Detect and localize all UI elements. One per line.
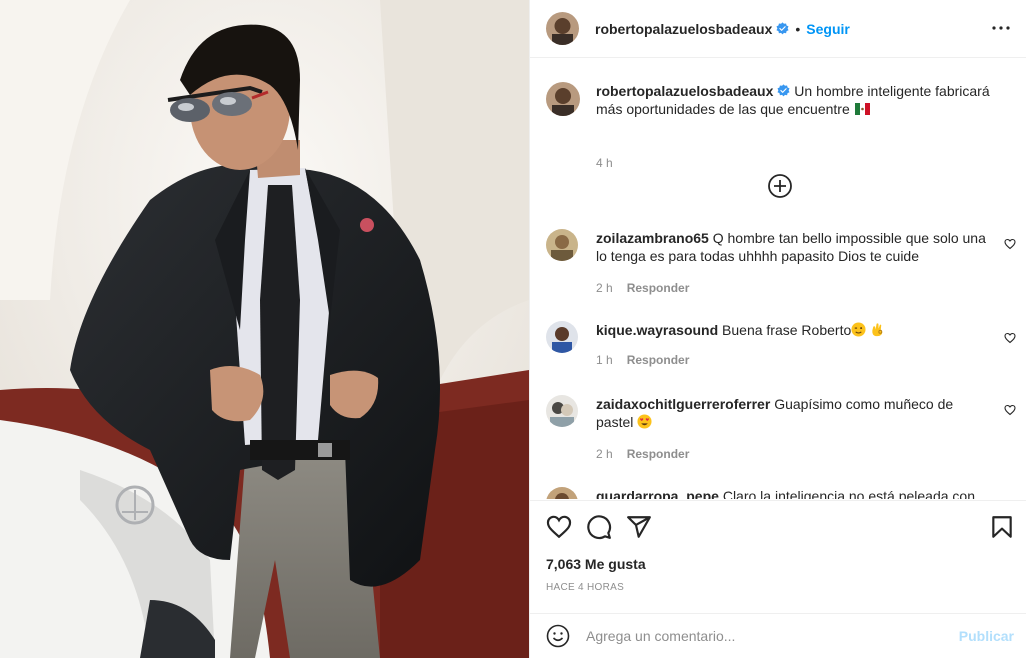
mexico-flag-icon	[854, 103, 870, 115]
comment-username[interactable]: zaidaxochitlguerreroferrer	[596, 396, 770, 412]
reply-button[interactable]: Responder	[627, 281, 690, 295]
heart-icon[interactable]	[1004, 332, 1016, 344]
comment-meta: 1 h Responder	[596, 353, 689, 367]
share-icon[interactable]	[626, 514, 652, 540]
comment-time[interactable]: 1 h	[596, 353, 613, 367]
bookmark-icon[interactable]	[989, 514, 1015, 540]
ok-hand-emoji-icon	[872, 323, 883, 337]
commenter-avatar[interactable]	[546, 321, 578, 353]
post-time-ago[interactable]: HACE 4 HORAS	[546, 582, 624, 593]
comment-text-block: zoilazambrano65 Q hombre tan bello impos…	[596, 229, 991, 265]
verified-badge-icon	[776, 22, 789, 35]
heart-icon[interactable]	[1004, 404, 1016, 416]
author-username[interactable]: robertopalazuelosbadeaux	[595, 21, 772, 37]
smiley-icon[interactable]	[546, 624, 570, 648]
post-actions: 7,063 Me gusta HACE 4 HORAS	[530, 500, 1026, 616]
caption-username[interactable]: robertopalazuelosbadeaux	[596, 83, 773, 99]
commenter-avatar[interactable]	[546, 487, 578, 499]
comment-text: Claro la inteligencia no está peleada co…	[722, 488, 975, 499]
likes-count[interactable]: 7,063 Me gusta	[546, 556, 646, 572]
comment-time[interactable]: 2 h	[596, 447, 613, 461]
reply-button[interactable]: Responder	[627, 353, 690, 367]
separator-dot: •	[795, 20, 801, 37]
post-header: robertopalazuelosbadeaux • Seguir	[530, 0, 1026, 58]
publish-button[interactable]: Publicar	[959, 628, 1014, 644]
commenter-avatar[interactable]	[546, 229, 578, 261]
comment-username[interactable]: zoilazambrano65	[596, 230, 709, 246]
comment-meta: 2 h Responder	[596, 281, 689, 295]
caption-author-avatar[interactable]	[546, 82, 580, 116]
add-comment-bar: Publicar	[530, 613, 1026, 658]
heart-icon[interactable]	[546, 514, 572, 540]
heart-icon[interactable]	[1004, 238, 1016, 250]
more-options-icon[interactable]	[991, 18, 1011, 38]
comment-icon[interactable]	[586, 514, 612, 540]
comment-text-block: kique.wayrasound Buena frase Roberto	[596, 321, 991, 339]
wink-emoji-icon	[851, 322, 866, 337]
post-photo[interactable]	[0, 0, 529, 658]
comment-meta: 2 h Responder	[596, 447, 689, 461]
verified-badge-icon	[777, 84, 790, 97]
post-details-panel: robertopalazuelosbadeaux • Seguir robert…	[529, 0, 1026, 658]
man-in-suit-photo	[0, 0, 529, 658]
reply-button[interactable]: Responder	[627, 447, 690, 461]
plus-circle-icon[interactable]	[767, 173, 793, 199]
heart-eyes-emoji-icon	[637, 414, 652, 429]
comment-text: Buena frase Roberto	[722, 322, 852, 338]
commenter-avatar[interactable]	[546, 395, 578, 427]
comment-username[interactable]: kique.wayrasound	[596, 322, 718, 338]
comments-list[interactable]: robertopalazuelosbadeaux Un hombre intel…	[530, 59, 1026, 499]
caption-text-block: robertopalazuelosbadeaux Un hombre intel…	[596, 82, 1016, 118]
comment-text-block: zaidaxochitlguerreroferrer Guapísimo com…	[596, 395, 991, 431]
author-avatar[interactable]	[546, 12, 579, 45]
follow-button[interactable]: Seguir	[806, 21, 850, 37]
caption-time[interactable]: 4 h	[596, 156, 613, 170]
comment-input[interactable]	[586, 624, 946, 648]
comment-time[interactable]: 2 h	[596, 281, 613, 295]
comment-text-block: guardarropa_pepe Claro la inteligencia n…	[596, 487, 991, 499]
comment-username[interactable]: guardarropa_pepe	[596, 488, 719, 499]
